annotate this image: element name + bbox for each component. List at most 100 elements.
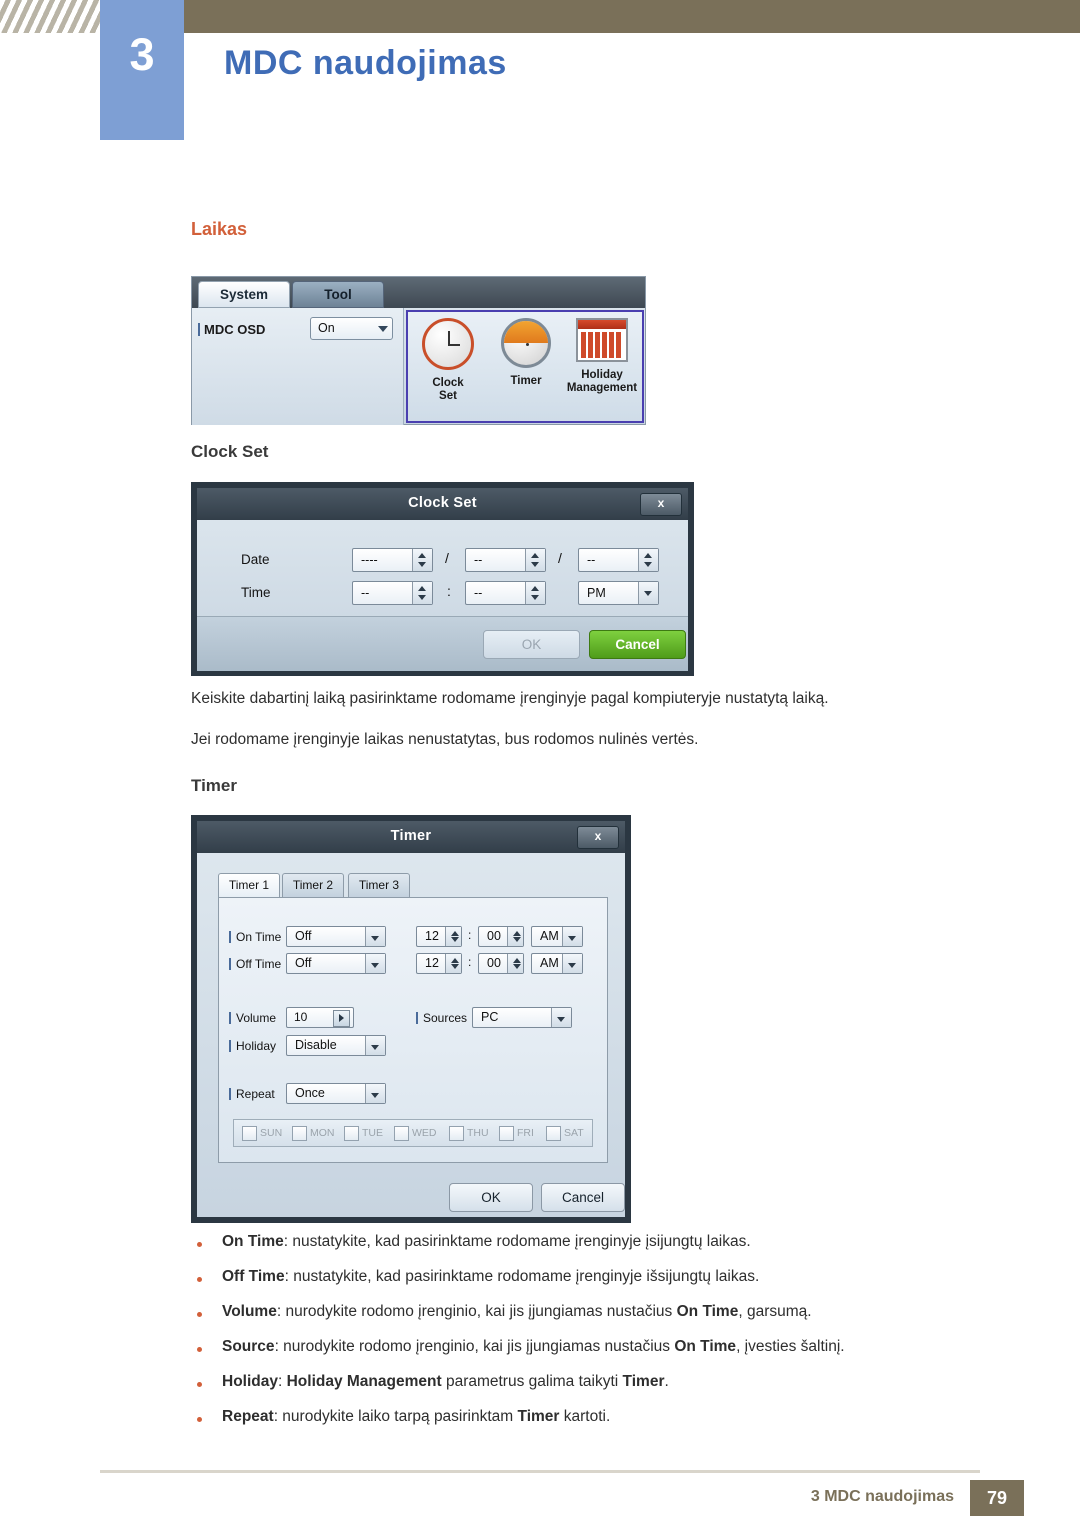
spinner-arrows-icon[interactable] xyxy=(507,927,523,946)
spinner-arrows-icon[interactable] xyxy=(507,954,523,973)
repeat-value: Once xyxy=(295,1086,325,1100)
on-time-separator: : xyxy=(468,928,472,942)
clock-set-cancel-button[interactable]: Cancel xyxy=(589,630,686,659)
chevron-down-icon[interactable] xyxy=(562,954,582,973)
weekday-selector-row: SUN MON TUE WED THU FRI SAT xyxy=(233,1119,593,1147)
off-time-ampm-combo[interactable]: AM xyxy=(531,953,583,974)
tab-system[interactable]: System xyxy=(198,281,290,308)
clock-set-button[interactable]: Clock Set xyxy=(410,318,486,403)
bullet-rest-2: parametrus galima taikyti xyxy=(441,1373,623,1390)
close-icon[interactable]: x xyxy=(640,493,682,516)
repeat-label: Repeat xyxy=(229,1087,275,1101)
spinner-arrows-icon[interactable] xyxy=(412,549,432,571)
chevron-down-icon[interactable] xyxy=(551,1008,571,1027)
bullet-rest-2: kartoti. xyxy=(559,1408,611,1425)
date-month-spinner[interactable]: -- xyxy=(465,548,546,572)
chevron-down-icon[interactable] xyxy=(365,927,385,946)
time-hour-spinner[interactable]: -- xyxy=(352,581,433,605)
mdc-osd-label: MDC OSD xyxy=(197,322,266,337)
sources-combo[interactable]: PC xyxy=(472,1007,572,1028)
bullet-term-2: On Time xyxy=(674,1338,737,1355)
on-time-state-combo[interactable]: Off xyxy=(286,926,386,947)
off-time-minute-spinner[interactable]: 00 xyxy=(478,953,524,974)
close-icon[interactable]: x xyxy=(577,826,619,849)
weekday-sat-label: SAT xyxy=(564,1127,584,1139)
paragraph-1: Keiskite dabartinį laiką pasirinktame ro… xyxy=(191,690,829,707)
page-title: MDC naudojimas xyxy=(224,44,507,82)
checkbox-thu[interactable] xyxy=(449,1126,464,1141)
chevron-down-icon[interactable] xyxy=(365,954,385,973)
volume-value: 10 xyxy=(294,1010,308,1024)
repeat-combo[interactable]: Once xyxy=(286,1083,386,1104)
tab-timer-3[interactable]: Timer 3 xyxy=(348,873,410,898)
bullet-rest: : xyxy=(277,1373,287,1390)
holiday-value: Disable xyxy=(295,1038,337,1052)
time-separator: : xyxy=(447,583,451,599)
clock-icon xyxy=(410,318,486,374)
chevron-down-icon[interactable] xyxy=(365,1036,385,1055)
bullet-item-volume: Volume: nurodykite rodomo įrenginio, kai… xyxy=(222,1303,812,1321)
spinner-arrows-icon[interactable] xyxy=(445,927,461,946)
checkbox-tue[interactable] xyxy=(344,1126,359,1141)
calendar-icon xyxy=(564,318,640,366)
paragraph-2: Jei rodomame įrenginyje laikas nenustaty… xyxy=(191,731,699,748)
on-time-hour-value: 12 xyxy=(425,929,439,943)
date-year-spinner[interactable]: ---- xyxy=(352,548,433,572)
time-ampm-combo[interactable]: PM xyxy=(578,581,659,605)
checkbox-sat[interactable] xyxy=(546,1126,561,1141)
clock-set-ok-button[interactable]: OK xyxy=(483,630,580,659)
mdc-osd-combo[interactable]: On xyxy=(310,317,393,340)
off-time-hour-spinner[interactable]: 12 xyxy=(416,953,462,974)
chevron-down-icon[interactable] xyxy=(562,927,582,946)
holiday-management-button[interactable]: Holiday Management xyxy=(564,318,640,395)
timer-cancel-button[interactable]: Cancel xyxy=(541,1183,625,1212)
on-time-ampm-combo[interactable]: AM xyxy=(531,926,583,947)
bullet-item-source: Source: nurodykite rodomo įrenginio, kai… xyxy=(222,1338,845,1356)
checkbox-wed[interactable] xyxy=(394,1126,409,1141)
footer-page-number: 79 xyxy=(970,1480,1024,1516)
on-time-hour-spinner[interactable]: 12 xyxy=(416,926,462,947)
bullet-term-2: Timer xyxy=(517,1408,560,1425)
time-minute-spinner[interactable]: -- xyxy=(465,581,546,605)
timer-icon xyxy=(488,318,564,372)
on-time-state-value: Off xyxy=(295,929,312,943)
subtitle-timer: Timer xyxy=(191,776,237,795)
chevron-down-icon[interactable] xyxy=(365,1084,385,1103)
bullet-rest: : nustatykite, kad pasirinktame rodomame… xyxy=(284,1268,760,1285)
spinner-arrows-icon[interactable] xyxy=(638,549,658,571)
on-time-minute-value: 00 xyxy=(487,929,501,943)
bullet-item-on-time: On Time: nustatykite, kad pasirinktame r… xyxy=(222,1233,751,1251)
bullet-marker xyxy=(197,1312,202,1317)
bullet-rest-2: , įvesties šaltinį. xyxy=(736,1338,845,1355)
on-time-ampm-value: AM xyxy=(540,929,559,943)
bullet-marker xyxy=(197,1417,202,1422)
tab-tool[interactable]: Tool xyxy=(292,281,384,308)
bullet-term: On Time xyxy=(222,1233,284,1250)
bullet-term: Source xyxy=(222,1338,275,1355)
timer-ok-button[interactable]: OK xyxy=(449,1183,533,1212)
tab-timer-2[interactable]: Timer 2 xyxy=(282,873,344,898)
tool-panel-screenshot: System Tool MDC OSD On Clock Set Timer H… xyxy=(191,276,646,425)
tab-timer-1[interactable]: Timer 1 xyxy=(218,873,280,898)
date-day-spinner[interactable]: -- xyxy=(578,548,659,572)
time-minute-value: -- xyxy=(474,586,483,600)
bullet-rest: : nurodykite rodomo įrenginio, kai jis į… xyxy=(276,1303,677,1320)
date-label: Date xyxy=(241,552,270,567)
volume-slider[interactable]: 10 xyxy=(286,1007,354,1028)
slider-handle-icon[interactable] xyxy=(333,1010,350,1027)
off-time-state-combo[interactable]: Off xyxy=(286,953,386,974)
on-time-minute-spinner[interactable]: 00 xyxy=(478,926,524,947)
checkbox-sun[interactable] xyxy=(242,1126,257,1141)
checkbox-mon[interactable] xyxy=(292,1126,307,1141)
spinner-arrows-icon[interactable] xyxy=(445,954,461,973)
holiday-label-line1: Holiday xyxy=(581,369,623,381)
checkbox-fri[interactable] xyxy=(499,1126,514,1141)
spinner-arrows-icon[interactable] xyxy=(525,582,545,604)
bullet-rest: : nustatykite, kad pasirinktame rodomame… xyxy=(283,1233,751,1250)
clock-set-dialog-title: Clock Set xyxy=(197,488,688,520)
chevron-down-icon[interactable] xyxy=(638,582,658,604)
holiday-combo[interactable]: Disable xyxy=(286,1035,386,1056)
spinner-arrows-icon[interactable] xyxy=(412,582,432,604)
spinner-arrows-icon[interactable] xyxy=(525,549,545,571)
timer-button[interactable]: Timer xyxy=(488,318,564,388)
